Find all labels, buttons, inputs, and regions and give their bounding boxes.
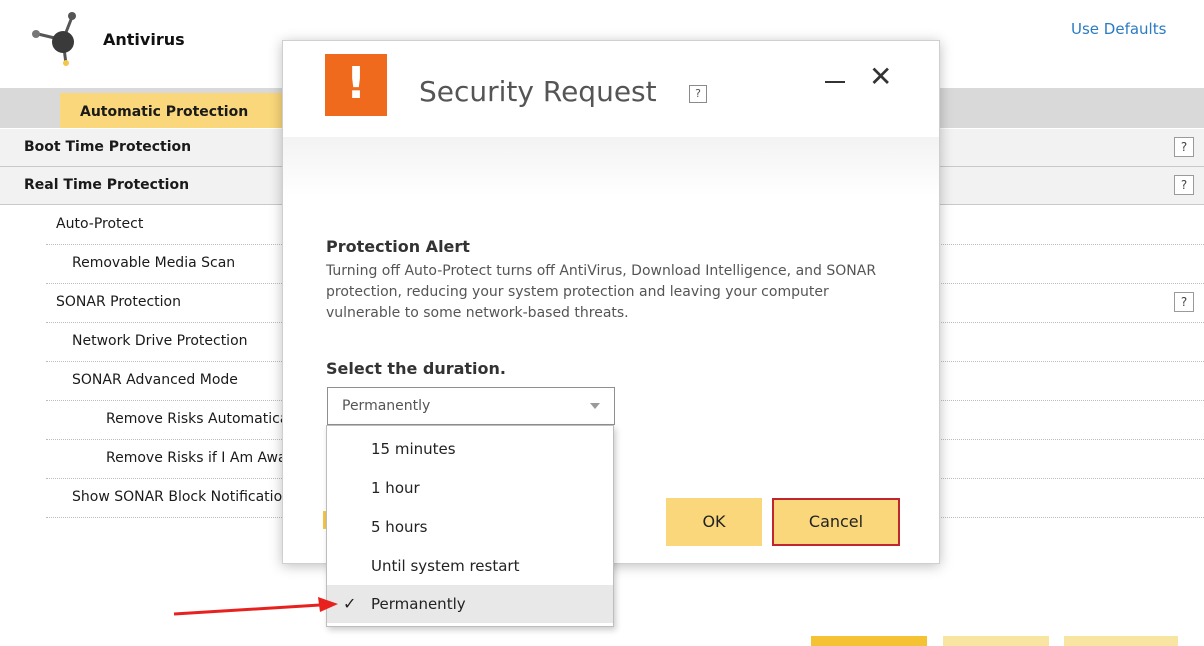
alert-icon: ! — [325, 54, 387, 116]
chevron-down-icon — [590, 403, 600, 409]
duration-option-permanently[interactable]: ✓ Permanently — [327, 585, 613, 623]
setting-label: Remove Risks if I Am Away — [106, 450, 284, 466]
dialog-title: Security Request — [419, 75, 657, 108]
setting-label: SONAR Protection — [56, 294, 181, 310]
duration-select[interactable]: Permanently — [327, 387, 615, 425]
annotation-arrow-icon — [173, 597, 338, 616]
bottom-button[interactable] — [1064, 636, 1178, 646]
option-label: 15 minutes — [371, 440, 456, 458]
duration-select-value: Permanently — [342, 398, 431, 414]
alert-body: Turning off Auto-Protect turns off AntiV… — [326, 263, 877, 321]
setting-label: Show SONAR Block Notifications — [72, 489, 284, 505]
bottom-button[interactable] — [943, 636, 1049, 646]
option-label: Until system restart — [371, 557, 520, 575]
help-icon[interactable]: ? — [1174, 292, 1194, 312]
alert-heading: Protection Alert — [326, 237, 470, 256]
setting-label: Auto-Protect — [56, 216, 144, 232]
duration-option-5-hours[interactable]: 5 hours — [327, 508, 613, 546]
help-icon[interactable]: ? — [1174, 137, 1194, 157]
option-label: 1 hour — [371, 479, 420, 497]
duration-dropdown-list: 15 minutes 1 hour 5 hours Until system r… — [326, 425, 614, 627]
duration-option-until-restart[interactable]: Until system restart — [327, 547, 613, 585]
checkmark-icon: ✓ — [343, 594, 357, 613]
antivirus-logo-icon — [32, 12, 76, 66]
setting-label: SONAR Advanced Mode — [72, 372, 238, 388]
setting-label: Removable Media Scan — [72, 255, 236, 271]
setting-label: Network Drive Protection — [72, 333, 248, 349]
bottom-button[interactable] — [811, 636, 927, 646]
duration-heading: Select the duration. — [326, 359, 506, 378]
minimize-icon[interactable] — [821, 67, 849, 95]
option-label: Permanently — [371, 595, 466, 613]
ok-button[interactable]: OK — [666, 498, 762, 546]
setting-label: Remove Risks Automatically — [106, 411, 284, 427]
header-divider — [283, 137, 939, 197]
help-icon[interactable]: ? — [689, 85, 707, 103]
help-icon[interactable]: ? — [1174, 175, 1194, 195]
option-label: 5 hours — [371, 518, 428, 536]
use-defaults-link[interactable]: Use Defaults — [1071, 20, 1166, 38]
close-icon[interactable]: ✕ — [869, 63, 892, 91]
tab-automatic-protection[interactable]: Automatic Protection — [60, 93, 284, 128]
duration-option-1-hour[interactable]: 1 hour — [327, 469, 613, 507]
duration-option-15-minutes[interactable]: 15 minutes — [327, 430, 613, 468]
app-title: Antivirus — [103, 30, 185, 49]
cancel-button[interactable]: Cancel — [772, 498, 900, 546]
